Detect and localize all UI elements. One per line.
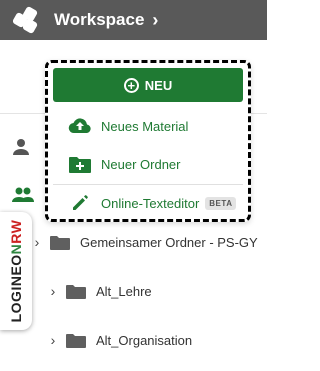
- folder-add-icon: [67, 156, 93, 173]
- group-icon[interactable]: [12, 186, 34, 209]
- workspace-logo-icon[interactable]: [11, 5, 42, 35]
- workspace-title: Workspace: [54, 10, 145, 29]
- menu-item-new-material[interactable]: Neues Material: [53, 110, 243, 142]
- tree-item-label: Alt_Organisation: [96, 332, 193, 348]
- chevron-right-icon[interactable]: ›: [46, 332, 60, 348]
- menu-item-label: Neues Material: [101, 118, 189, 134]
- top-bar: Workspace ›: [0, 0, 267, 40]
- logineo-nrw-tab[interactable]: LOGINEONRW: [0, 212, 32, 330]
- folder-icon: [66, 284, 86, 299]
- tree-item[interactable]: › Alt_Lehre: [0, 279, 267, 303]
- workspace-title-button[interactable]: Workspace ›: [54, 10, 158, 31]
- tree-item[interactable]: › Gemeinsamer Ordner - PS-GY: [0, 230, 267, 254]
- user-icon[interactable]: [12, 138, 30, 161]
- tree-item[interactable]: › Alt_Organisation: [0, 328, 267, 352]
- new-button[interactable]: + NEU: [53, 68, 243, 102]
- tree-item-label: Alt_Lehre: [96, 283, 152, 299]
- folder-icon: [50, 235, 70, 250]
- menu-item-online-text-editor[interactable]: Online-Texteditor BETA: [53, 187, 243, 219]
- menu-item-label: Online-Texteditor: [101, 195, 200, 211]
- tree-item-label: Gemeinsamer Ordner - PS-GY: [80, 234, 258, 250]
- expand-icon[interactable]: ›: [30, 234, 44, 250]
- plus-circle-icon: +: [123, 77, 139, 93]
- logineo-logo: LOGINEONRW: [8, 219, 24, 323]
- folder-icon: [66, 333, 86, 348]
- new-dropdown-menu: + NEU Neues Material Neuer Ordner Online…: [45, 60, 251, 222]
- menu-item-label: Neuer Ordner: [101, 156, 181, 172]
- new-button-label: NEU: [144, 77, 173, 93]
- cloud-upload-icon: [67, 118, 93, 134]
- menu-item-new-folder[interactable]: Neuer Ordner: [53, 148, 243, 180]
- beta-badge: BETA: [205, 196, 237, 210]
- chevron-right-icon: ›: [152, 9, 159, 30]
- pencil-icon: [67, 194, 93, 212]
- chevron-right-icon[interactable]: ›: [46, 283, 60, 299]
- menu-divider: [53, 184, 243, 185]
